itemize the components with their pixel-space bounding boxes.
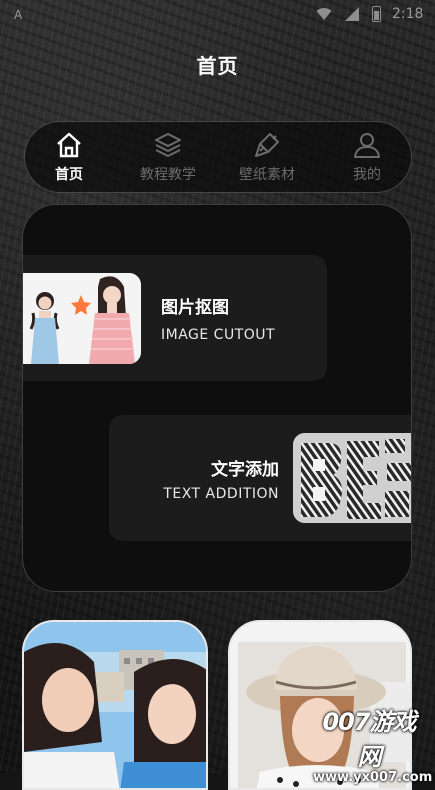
tab-home[interactable]: 首页 (29, 130, 109, 184)
watermark-logo-text: 007游戏网 (322, 708, 416, 771)
featured-photo-left[interactable] (22, 620, 208, 790)
home-icon (57, 132, 81, 158)
wifi-icon (316, 8, 332, 20)
text-addition-subtitle: TEXT ADDITION (163, 486, 279, 502)
tab-home-label: 首页 (55, 167, 83, 183)
notification-icon: A (14, 8, 23, 22)
text-addition-title: 文字添加 (211, 460, 279, 480)
page-title: 首页 (196, 54, 239, 78)
image-cutout-subtitle: IMAGE CUTOUT (161, 327, 276, 343)
watermark-url: www.yx007.com (313, 770, 433, 785)
text-addition-card[interactable]: 文字添加 TEXT ADDITION (109, 415, 411, 541)
battery-icon (372, 6, 381, 22)
image-cutout-title: 图片抠图 (161, 298, 229, 318)
top-tab-bar: 首页 教程教学 壁纸素材 我的 (24, 121, 412, 193)
image-cutout-card[interactable]: 图片抠图 IMAGE CUTOUT (23, 255, 327, 381)
features-panel: 图片抠图 IMAGE CUTOUT 文字添加 TEXT ADDITION (22, 204, 412, 592)
brush-icon (255, 133, 279, 157)
status-time: 2:18 (392, 6, 424, 22)
tab-wallpapers-label: 壁纸素材 (239, 167, 295, 183)
tab-tutorials-label: 教程教学 (140, 167, 196, 183)
layers-icon (155, 133, 181, 157)
status-bar: A 2:18 (0, 0, 435, 30)
tab-wallpapers[interactable]: 壁纸素材 (227, 130, 307, 184)
signal-icon (345, 7, 359, 21)
tab-mine[interactable]: 我的 (327, 130, 407, 184)
user-icon (354, 133, 380, 158)
image-cutout-thumbnail (23, 273, 141, 364)
tab-mine-label: 我的 (353, 167, 381, 183)
tab-tutorials[interactable]: 教程教学 (128, 130, 208, 184)
text-addition-thumbnail (293, 433, 411, 523)
